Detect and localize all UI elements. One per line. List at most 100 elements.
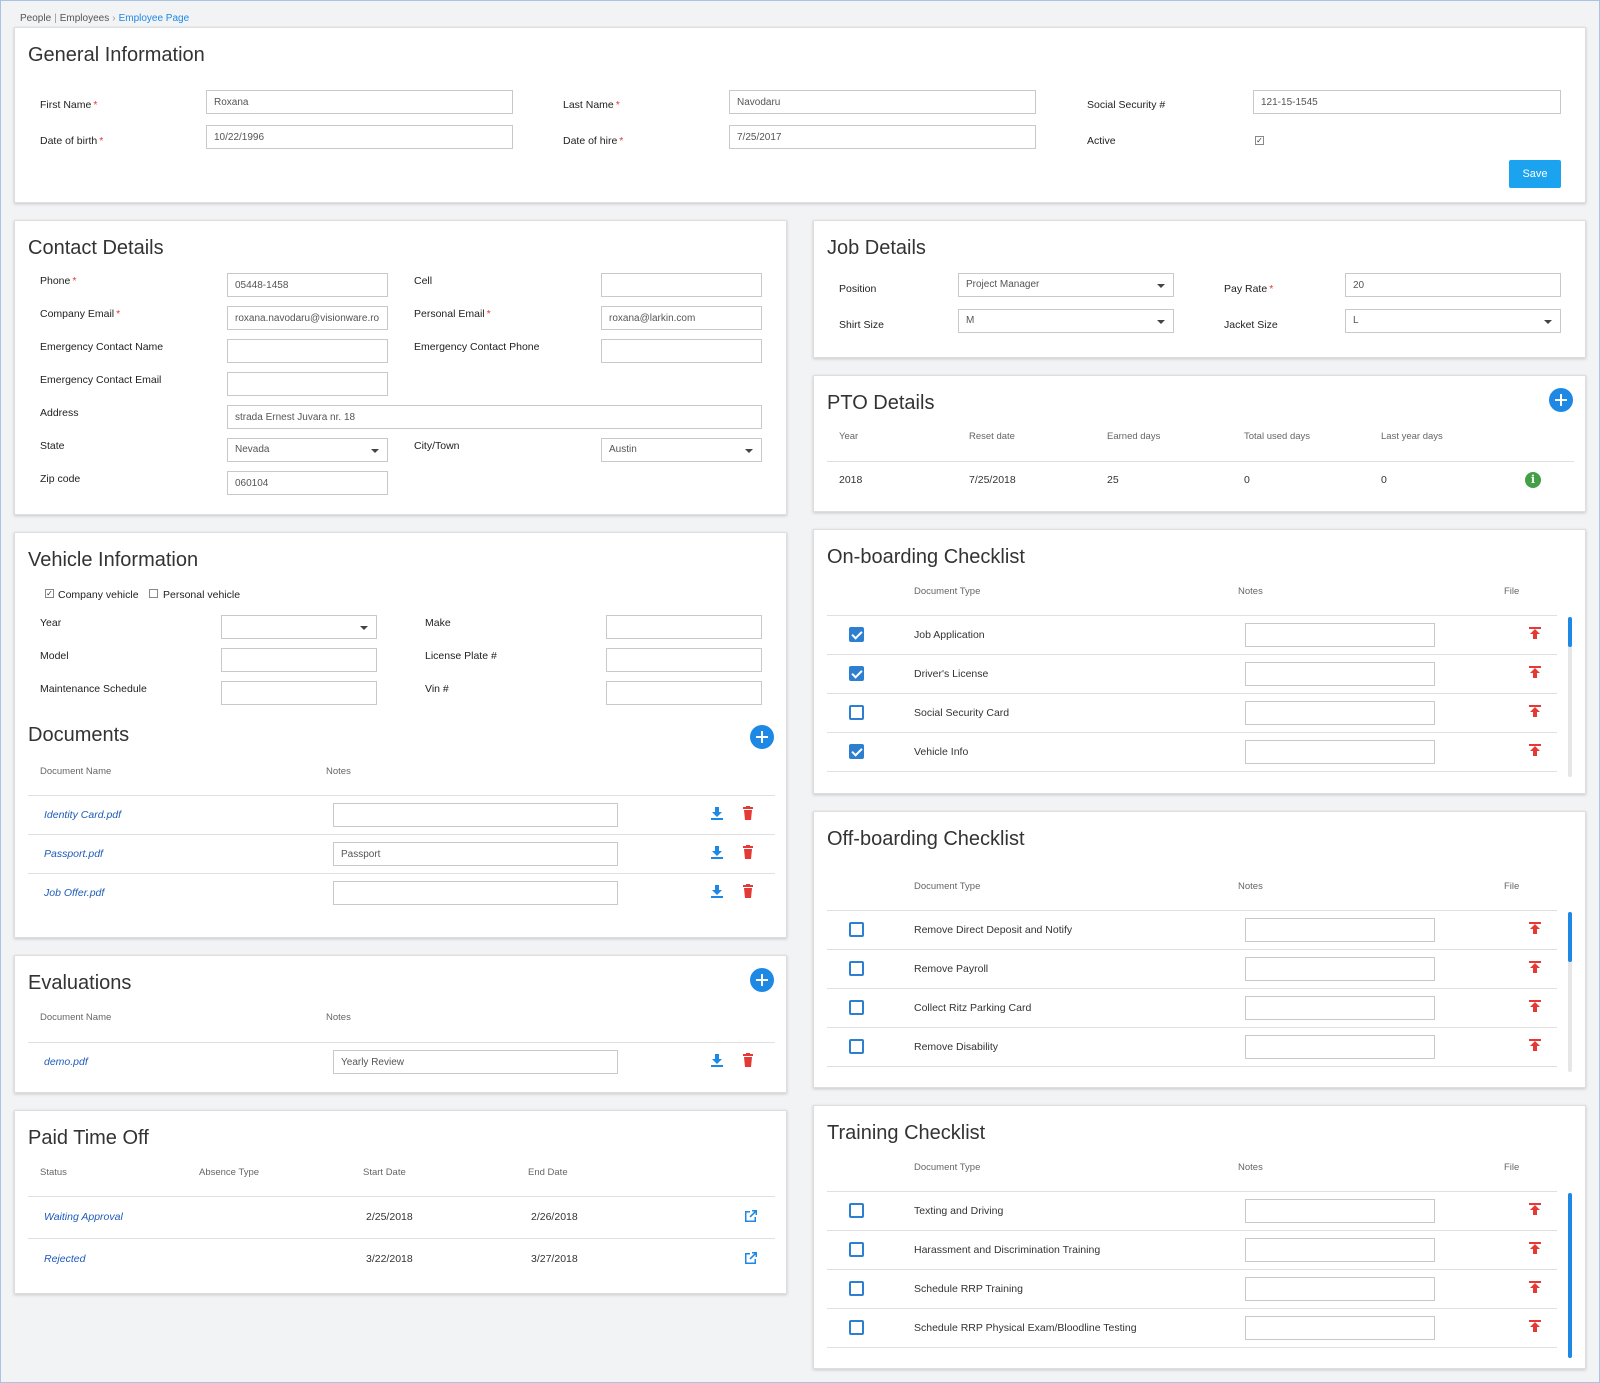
training-notes-input[interactable] (1245, 1199, 1435, 1223)
jacket-size-select[interactable]: L (1345, 309, 1561, 333)
upload-icon[interactable] (1527, 704, 1543, 720)
offboarding-notes-input[interactable] (1245, 957, 1435, 981)
document-link[interactable]: Passport.pdf (44, 848, 103, 860)
breadcrumb-people[interactable]: People (20, 13, 51, 24)
company-vehicle-checkbox[interactable]: ✓ (45, 589, 54, 598)
add-pto-button[interactable] (1549, 388, 1573, 412)
ec-phone-input[interactable] (601, 339, 762, 363)
vin-input[interactable] (606, 681, 762, 705)
onboarding-scrollbar[interactable] (1568, 617, 1572, 647)
onboarding-checkbox[interactable] (849, 666, 864, 681)
breadcrumb-employees[interactable]: Employees (60, 13, 109, 24)
upload-icon[interactable] (1527, 921, 1543, 937)
download-icon[interactable] (709, 883, 725, 899)
personal-email-input[interactable] (601, 306, 762, 330)
delete-icon[interactable] (740, 805, 756, 821)
offboarding-checkbox[interactable] (849, 1039, 864, 1054)
info-icon[interactable]: i (1525, 472, 1541, 488)
city-select[interactable]: Austin (601, 438, 762, 462)
open-external-icon[interactable] (743, 1250, 759, 1266)
shirt-size-select[interactable]: M (958, 309, 1174, 333)
upload-icon[interactable] (1527, 665, 1543, 681)
onboarding-checkbox[interactable] (849, 744, 864, 759)
pay-rate-input[interactable] (1345, 273, 1561, 297)
onboarding-notes-input[interactable] (1245, 662, 1435, 686)
personal-vehicle-checkbox[interactable] (149, 589, 158, 598)
training-checkbox[interactable] (849, 1281, 864, 1296)
pto-status-link[interactable]: Waiting Approval (44, 1211, 123, 1223)
onboarding-checkbox[interactable] (849, 705, 864, 720)
position-select[interactable]: Project Manager (958, 273, 1174, 297)
document-notes-input[interactable] (333, 881, 618, 905)
state-select[interactable]: Nevada (227, 438, 388, 462)
ec-email-input[interactable] (227, 372, 388, 396)
upload-icon[interactable] (1527, 1280, 1543, 1296)
training-checkbox[interactable] (849, 1320, 864, 1335)
document-link[interactable]: Job Offer.pdf (44, 887, 104, 899)
delete-icon[interactable] (740, 883, 756, 899)
ssn-input[interactable] (1253, 90, 1561, 114)
document-link[interactable]: Identity Card.pdf (44, 809, 121, 821)
training-scrollbar[interactable] (1568, 1193, 1572, 1358)
download-icon[interactable] (709, 844, 725, 860)
active-checkbox[interactable]: ✓ (1255, 136, 1264, 145)
model-input[interactable] (221, 648, 377, 672)
pto-status-link[interactable]: Rejected (44, 1253, 85, 1265)
download-icon[interactable] (709, 1052, 725, 1068)
breadcrumb-current[interactable]: Employee Page (119, 13, 190, 24)
add-evaluation-button[interactable] (750, 968, 774, 992)
delete-icon[interactable] (740, 844, 756, 860)
offboarding-notes-input[interactable] (1245, 996, 1435, 1020)
first-name-input[interactable] (206, 90, 513, 114)
ec-name-input[interactable] (227, 339, 388, 363)
training-notes-input[interactable] (1245, 1238, 1435, 1262)
offboarding-checkbox[interactable] (849, 961, 864, 976)
document-notes-input[interactable] (333, 803, 618, 827)
maintenance-schedule-input[interactable] (221, 681, 377, 705)
evaluation-notes-input[interactable] (333, 1050, 618, 1074)
upload-icon[interactable] (1527, 999, 1543, 1015)
training-notes-input[interactable] (1245, 1277, 1435, 1301)
onboarding-notes-input[interactable] (1245, 623, 1435, 647)
add-document-button[interactable] (750, 725, 774, 749)
zip-input[interactable] (227, 471, 388, 495)
offboarding-notes-input[interactable] (1245, 918, 1435, 942)
evaluation-link[interactable]: demo.pdf (44, 1056, 88, 1068)
upload-icon[interactable] (1527, 1202, 1543, 1218)
upload-icon[interactable] (1527, 626, 1543, 642)
save-button[interactable]: Save (1509, 160, 1561, 188)
offboarding-checklist-card: Off-boarding Checklist Document Type Not… (813, 811, 1586, 1088)
company-email-input[interactable] (227, 306, 388, 330)
offboarding-checkbox[interactable] (849, 922, 864, 937)
upload-icon[interactable] (1527, 1241, 1543, 1257)
download-icon[interactable] (709, 805, 725, 821)
upload-icon[interactable] (1527, 1319, 1543, 1335)
dob-input[interactable] (206, 125, 513, 149)
make-input[interactable] (606, 615, 762, 639)
open-external-icon[interactable] (743, 1208, 759, 1224)
vin-label: Vin # (425, 683, 449, 695)
upload-icon[interactable] (1527, 960, 1543, 976)
pto-start-date: 2/25/2018 (366, 1211, 413, 1223)
address-input[interactable] (227, 405, 762, 429)
training-checkbox[interactable] (849, 1203, 864, 1218)
training-checkbox[interactable] (849, 1242, 864, 1257)
license-plate-input[interactable] (606, 648, 762, 672)
offboarding-checkbox[interactable] (849, 1000, 864, 1015)
vehicle-year-select[interactable] (221, 615, 377, 639)
upload-icon[interactable] (1527, 1038, 1543, 1054)
training-notes-input[interactable] (1245, 1316, 1435, 1340)
upload-icon[interactable] (1527, 743, 1543, 759)
last-name-input[interactable] (729, 90, 1036, 114)
delete-icon[interactable] (740, 1052, 756, 1068)
document-notes-input[interactable] (333, 842, 618, 866)
doh-input[interactable] (729, 125, 1036, 149)
evaluations-card: Evaluations Document Name Notes demo.pdf (14, 955, 787, 1093)
onboarding-notes-input[interactable] (1245, 701, 1435, 725)
onboarding-notes-input[interactable] (1245, 740, 1435, 764)
onboarding-checkbox[interactable] (849, 627, 864, 642)
offboarding-scrollbar[interactable] (1568, 912, 1572, 962)
cell-input[interactable] (601, 273, 762, 297)
phone-input[interactable] (227, 273, 388, 297)
offboarding-notes-input[interactable] (1245, 1035, 1435, 1059)
